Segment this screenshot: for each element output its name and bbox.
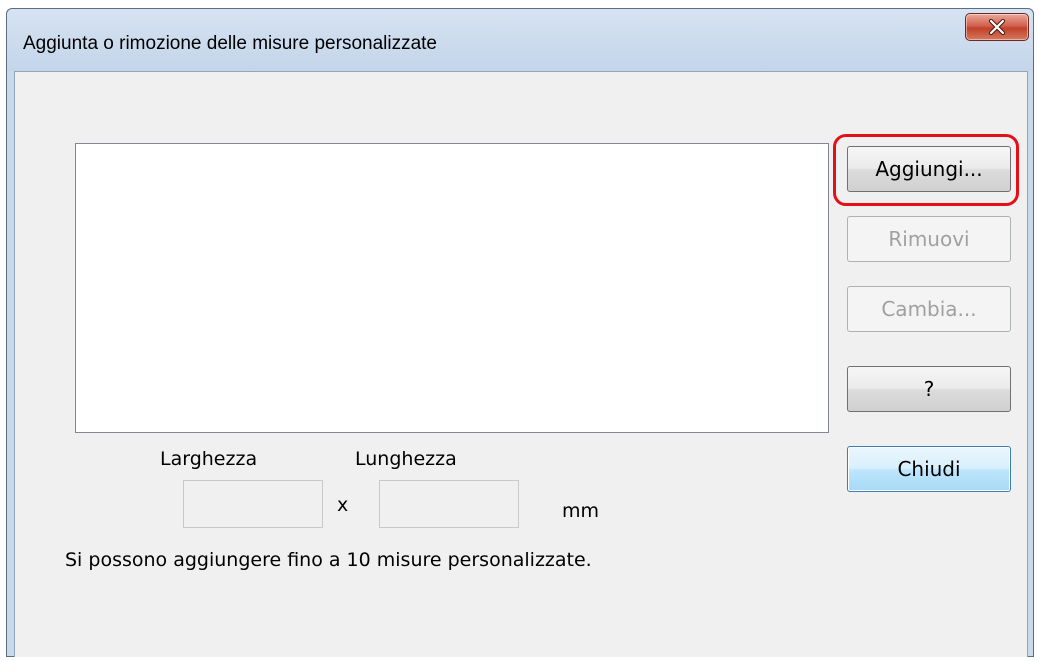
unit-label: mm [562,500,600,522]
change-button[interactable]: Cambia... [847,286,1011,332]
max-sizes-note: Si possono aggiungere fino a 10 misure p… [65,549,592,571]
dialog-content: Aggiungi... Rimuovi Cambia... ? Chiudi L… [14,71,1028,657]
close-icon [988,19,1006,35]
remove-button[interactable]: Rimuovi [847,216,1011,262]
custom-sizes-list[interactable] [75,143,829,433]
size-separator: x [337,494,349,516]
help-button[interactable]: ? [847,366,1011,412]
width-label: Larghezza [160,448,258,470]
close-button[interactable]: Chiudi [847,446,1011,492]
length-label: Lunghezza [355,448,457,470]
window-title: Aggiunta o rimozione delle misure person… [23,33,438,54]
close-window-button[interactable] [965,13,1029,41]
title-bar[interactable]: Aggiunta o rimozione delle misure person… [7,9,1033,71]
length-field[interactable] [379,480,519,528]
width-field[interactable] [183,480,323,528]
add-button[interactable]: Aggiungi... [847,146,1011,192]
dialog-window: Aggiunta o rimozione delle misure person… [6,8,1034,657]
